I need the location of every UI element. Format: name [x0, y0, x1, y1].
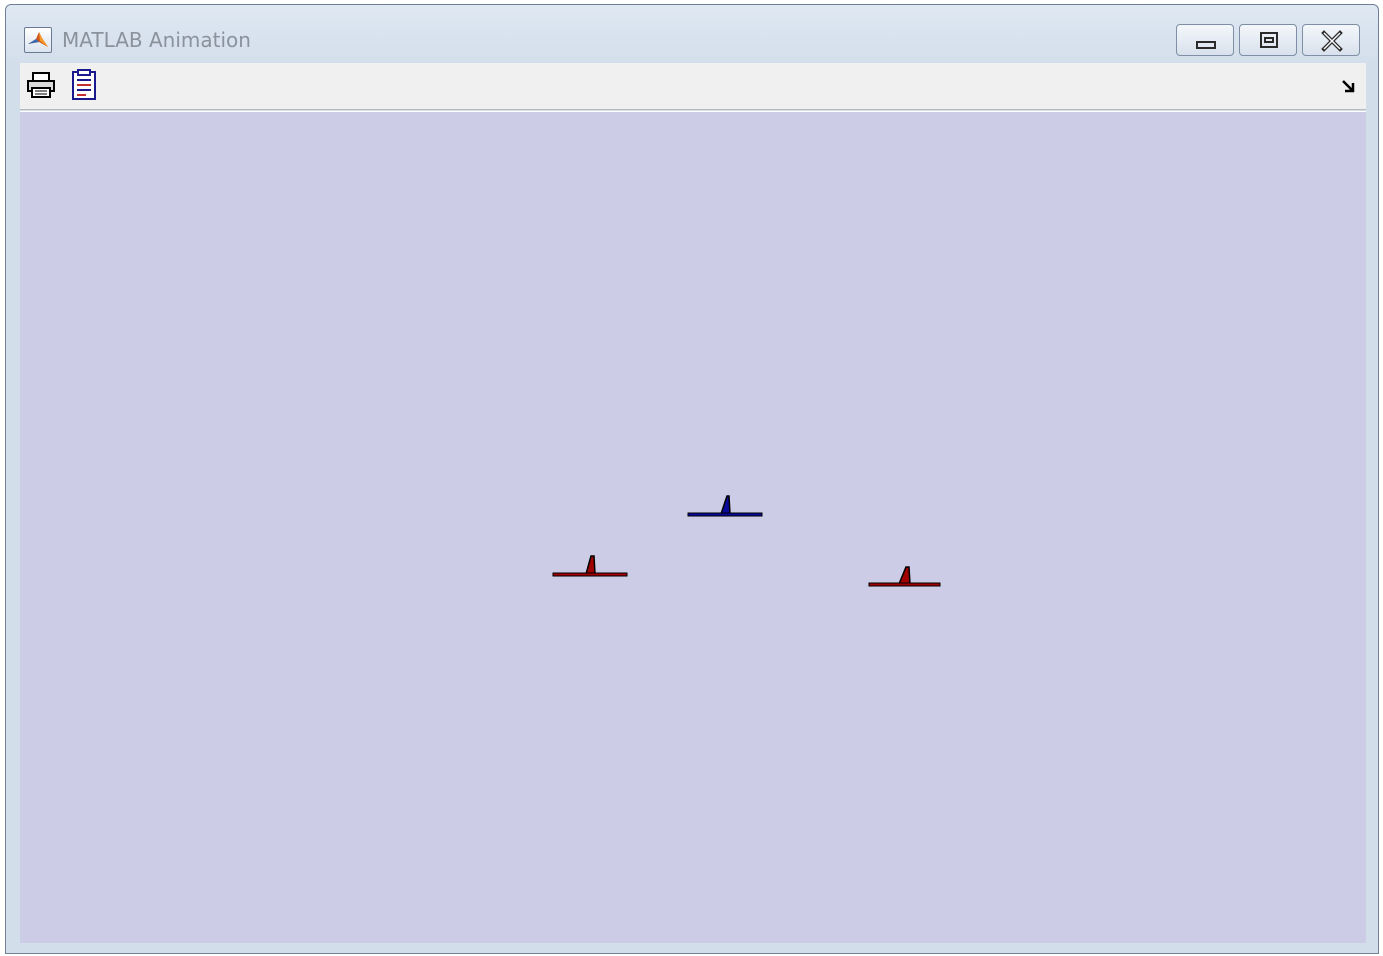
- minimize-icon: [1196, 41, 1216, 49]
- aircraft-red-left: [552, 555, 628, 577]
- title-bar[interactable]: MATLAB Animation: [6, 5, 1378, 61]
- figure-toolbar: [20, 63, 1366, 110]
- print-button[interactable]: [24, 68, 58, 102]
- edit-figure-icon: [72, 69, 96, 100]
- minimize-button[interactable]: [1176, 24, 1234, 56]
- dock-arrow-icon: [1342, 80, 1355, 93]
- animation-axes: [552, 495, 941, 587]
- matlab-figure-window: MATLAB Animation: [5, 4, 1379, 954]
- aircraft-red-right: [868, 566, 941, 587]
- window-title: MATLAB Animation: [62, 28, 251, 52]
- figure-canvas[interactable]: [20, 111, 1366, 943]
- window-frame-bottom: [6, 943, 1378, 953]
- edit-plot-button[interactable]: [66, 68, 100, 102]
- maximize-button[interactable]: [1239, 24, 1297, 56]
- close-button[interactable]: [1302, 24, 1360, 56]
- close-icon: [1321, 30, 1343, 52]
- maximize-icon: [1260, 32, 1278, 48]
- matlab-logo-icon: [24, 27, 52, 53]
- aircraft-blue: [687, 495, 763, 517]
- dock-button[interactable]: [1340, 77, 1358, 95]
- print-icon: [27, 72, 55, 98]
